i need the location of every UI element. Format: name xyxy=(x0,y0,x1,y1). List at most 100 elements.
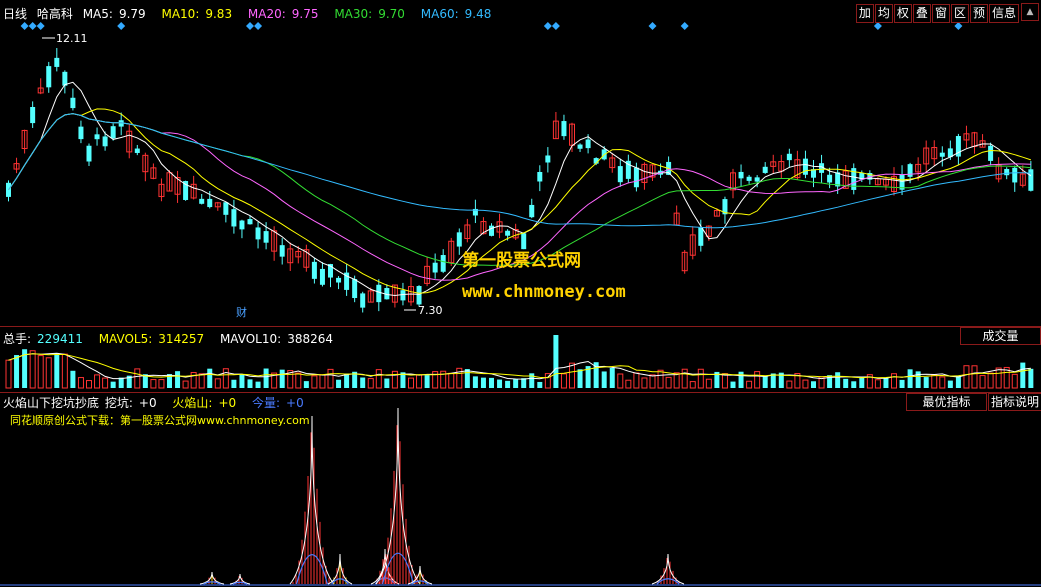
volume-bar-up xyxy=(987,372,994,389)
volume-bar-down xyxy=(601,371,607,388)
volume-bar-up xyxy=(641,377,648,389)
candle-down xyxy=(70,97,76,109)
toolbar-overlay-button[interactable]: 叠 xyxy=(912,4,931,23)
volume-bar-up xyxy=(802,379,809,389)
toolbar-forecast-button[interactable]: 预 xyxy=(969,4,988,23)
indicator-legend: 火焰山下挖坑抄底 挖坑: +0 火焰山: +0 今量: +0 xyxy=(3,396,304,410)
candle-down xyxy=(939,152,945,157)
volume-bar-down xyxy=(497,379,503,388)
watermark-url: www.chnmoney.com xyxy=(462,282,626,302)
best-indicator-tab[interactable]: 最优指标 xyxy=(906,393,987,411)
watermark-site-name: 第一股票公式网 xyxy=(462,251,581,271)
candle-down xyxy=(78,126,84,140)
volume-bar-up xyxy=(633,372,640,389)
finance-report-icon[interactable]: 财 xyxy=(236,304,247,320)
volume-bar-up xyxy=(311,375,318,389)
volume-legend: 总手: 229411 MAVOL5: 314257 MAVOL10: 388264 xyxy=(3,330,345,347)
volume-bar-up xyxy=(665,376,672,389)
candle-down xyxy=(738,171,744,179)
volume-bar-up xyxy=(134,368,141,389)
volume-tab[interactable]: 成交量 xyxy=(960,327,1041,345)
source-line: 同花顺原创公式下载：第一股票公式网www.chnmoney.com xyxy=(10,414,310,427)
volume-bar-down xyxy=(899,379,905,388)
toolbar-ma-button[interactable]: 均 xyxy=(874,4,893,23)
volume-bar-up xyxy=(448,372,455,389)
volume-bar-down xyxy=(384,378,390,388)
candle-down xyxy=(1012,167,1018,183)
total-volume-label: 总手: xyxy=(3,332,32,346)
signal-diamond-icon xyxy=(36,22,45,30)
candle-down xyxy=(545,155,551,163)
volume-bar-up xyxy=(375,369,382,389)
ma10-legend: MA10: 9.83 xyxy=(161,7,233,21)
toolbar-window-button[interactable]: 窗 xyxy=(931,4,950,23)
volume-bar-down xyxy=(14,355,20,388)
candle-down xyxy=(46,66,52,88)
candle-down xyxy=(102,136,108,147)
toolbar-rights-button[interactable]: 权 xyxy=(893,4,912,23)
indicator-help-tab[interactable]: 指标说明 xyxy=(988,393,1041,411)
volume-bar-up xyxy=(222,368,229,389)
candle-down xyxy=(376,284,382,303)
candlestick-chart[interactable] xyxy=(0,0,1041,326)
scroll-up-icon[interactable]: ▲ xyxy=(1021,3,1039,21)
signal-diamond-icon xyxy=(551,22,560,30)
chart-toolbar: 加 均 权 叠 窗 区 预 信息 xyxy=(855,4,1019,23)
volume-bar-up xyxy=(327,368,334,389)
volume-bar-down xyxy=(955,375,961,388)
volume-bar-down xyxy=(883,377,889,388)
mavol10-label: MAVOL10: xyxy=(219,332,282,346)
volume-bar-down xyxy=(553,335,559,388)
signal-diamond-icon xyxy=(117,22,126,30)
candle-down xyxy=(746,176,752,181)
volume-bar-up xyxy=(971,365,978,389)
volume-bar-down xyxy=(537,381,543,388)
indicator-panel[interactable]: 火焰山下挖坑抄底 挖坑: +0 火焰山: +0 今量: +0 同花顺原创公式下载：第一… xyxy=(0,392,1041,587)
volume-bar-up xyxy=(45,357,52,389)
low-price-label: 7.30 xyxy=(418,304,443,317)
candle-down xyxy=(336,277,342,283)
volume-bar-up xyxy=(569,362,575,389)
ma30-legend: MA30: 9.70 xyxy=(334,7,405,21)
wakeng-value: +0 xyxy=(138,396,157,410)
volume-bar-up xyxy=(754,371,761,389)
candle-down xyxy=(255,227,261,240)
volume-bar-down xyxy=(344,373,350,388)
price-chart-panel[interactable]: 日线 哈高科 MA5: 9.79 MA10: 9.83 MA20: 9.75 MA30… xyxy=(0,0,1041,326)
volume-bar-down xyxy=(907,369,913,388)
toolbar-add-button[interactable]: 加 xyxy=(855,4,874,23)
signal-diamond-icon xyxy=(246,22,254,30)
candle-down xyxy=(754,177,760,182)
candle-down xyxy=(94,134,100,140)
candle-down xyxy=(231,209,237,227)
candle-down xyxy=(86,145,92,162)
candle-down xyxy=(352,279,358,299)
candle-down xyxy=(988,145,994,161)
candle-down xyxy=(561,121,567,137)
volume-bar-up xyxy=(37,355,44,389)
signal-diamond-icon xyxy=(543,22,552,30)
volume-bar-up xyxy=(190,371,197,389)
volume-bar-up xyxy=(979,375,986,389)
stock-name: 哈高科 xyxy=(36,7,73,21)
candle-down xyxy=(633,167,639,188)
toolbar-range-button[interactable]: 区 xyxy=(950,4,969,23)
volume-bar-up xyxy=(198,373,205,389)
indicator-spike-line xyxy=(651,553,685,585)
signal-diamond-icon xyxy=(254,22,263,30)
volume-bar-down xyxy=(464,369,470,388)
volume-ma-line xyxy=(8,353,1031,379)
volume-bar-up xyxy=(649,374,656,389)
volume-panel[interactable]: 总手: 229411 MAVOL5: 314257 MAVOL10: 388264 成… xyxy=(0,326,1041,392)
volume-bar-up xyxy=(657,369,664,389)
volume-bar-down xyxy=(923,377,929,388)
volume-bar-down xyxy=(175,371,181,388)
ma-legend: 日线 哈高科 MA5: 9.79 MA10: 9.83 MA20: 9.75 MA30… xyxy=(3,5,503,22)
candle-down xyxy=(199,198,205,204)
volume-bar-down xyxy=(609,368,615,388)
volume-bar-down xyxy=(247,379,253,388)
volume-bar-up xyxy=(77,377,84,389)
ma5-legend: MA5: 9.79 xyxy=(82,7,146,21)
toolbar-info-button[interactable]: 信息 xyxy=(988,4,1019,23)
ma60-legend: MA60: 9.48 xyxy=(420,7,492,21)
